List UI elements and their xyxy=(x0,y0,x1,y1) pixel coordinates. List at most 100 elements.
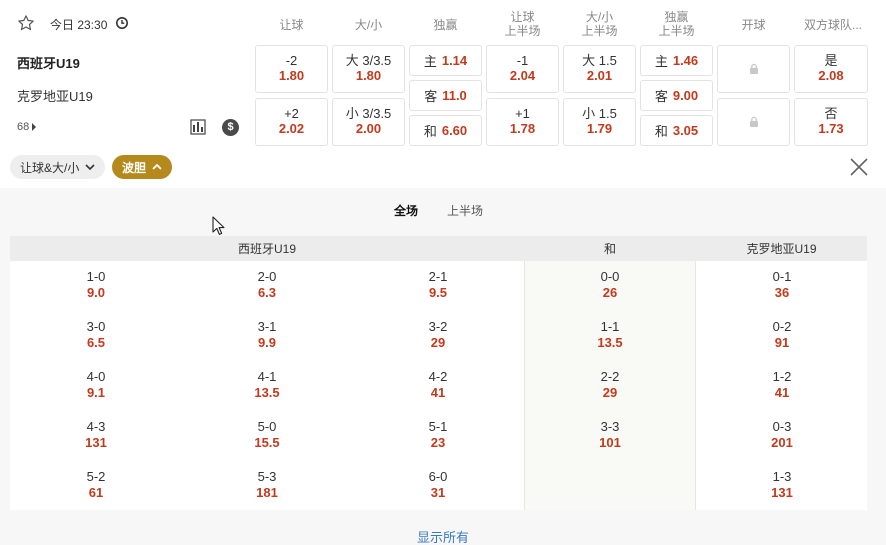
grid-head-draw: 和 xyxy=(524,236,696,261)
score-cell[interactable]: 2-2 29 xyxy=(524,369,696,401)
col-head-kickoff: 开球 xyxy=(741,18,766,32)
lock-icon xyxy=(749,116,758,127)
caret-right-icon xyxy=(32,123,37,132)
score-odd: 101 xyxy=(599,435,621,450)
score-cell[interactable]: 0-2 91 xyxy=(696,319,868,351)
col-head-handicap: 让球 xyxy=(279,18,304,32)
score-label: 0-2 xyxy=(772,319,792,334)
score-cell[interactable]: 1-3 131 xyxy=(696,469,868,501)
odds-cell-win-draw[interactable]: 和 6.60 xyxy=(409,115,482,146)
score-odd: 13.5 xyxy=(597,335,623,350)
score-odd: 6.5 xyxy=(86,335,106,350)
score-label: 0-3 xyxy=(772,419,792,434)
odds-cell-under[interactable]: 小 3/3.5 2.00 xyxy=(332,98,405,146)
mouse-cursor-icon xyxy=(212,216,225,235)
tab-first-half[interactable]: 上半场 xyxy=(447,202,483,219)
odds-cell-win-half-draw[interactable]: 和 3.05 xyxy=(640,115,713,146)
filter-pill-correct-score[interactable]: 波胆 xyxy=(112,155,173,179)
score-odd: 201 xyxy=(771,435,793,450)
score-cell[interactable]: 4-3 131 xyxy=(10,419,182,451)
score-label: 3-1 xyxy=(257,319,277,334)
team-away-name: 克罗地亚U19 xyxy=(17,89,93,104)
score-cell[interactable]: 1-1 13.5 xyxy=(524,319,696,351)
score-label: 4-0 xyxy=(86,369,106,384)
score-cell[interactable]: 1-0 9.0 xyxy=(10,269,182,301)
lock-icon xyxy=(749,63,758,74)
score-odd: 131 xyxy=(771,485,793,500)
odds-cell-under-half[interactable]: 小 1.5 1.79 xyxy=(563,98,636,146)
score-cell[interactable]: 0-3 201 xyxy=(696,419,868,451)
odds-cell-handicap-half-away[interactable]: +1 1.78 xyxy=(486,98,559,146)
score-odd: 6.3 xyxy=(257,285,277,300)
score-odd: 9.5 xyxy=(428,285,448,300)
odds-cell-kickoff-locked-1 xyxy=(717,45,790,93)
score-cell[interactable]: 5-0 15.5 xyxy=(181,419,353,451)
odds-cell-handicap-away[interactable]: +2 2.02 xyxy=(255,98,328,146)
score-label: 2-1 xyxy=(428,269,448,284)
odds-cell-over[interactable]: 大 3/3.5 1.80 xyxy=(332,45,405,93)
tab-full-time[interactable]: 全场 xyxy=(394,202,418,219)
score-cell[interactable]: 3-3 101 xyxy=(524,419,696,451)
score-cell[interactable]: 6-0 31 xyxy=(352,469,524,501)
score-odd: 26 xyxy=(602,285,618,300)
score-cell[interactable]: 3-1 9.9 xyxy=(181,319,353,351)
score-label: 5-2 xyxy=(86,469,106,484)
filter-pill-handicap-ou[interactable]: 让球&大/小 xyxy=(10,155,106,179)
score-cell[interactable]: 3-2 29 xyxy=(352,319,524,351)
score-label: 3-0 xyxy=(86,319,106,334)
score-cell[interactable]: 4-0 9.1 xyxy=(10,369,182,401)
close-icon[interactable] xyxy=(848,156,870,178)
chevron-down-icon xyxy=(85,164,95,171)
chevron-up-icon xyxy=(152,163,162,170)
score-label: 5-3 xyxy=(257,469,277,484)
col-head-over-under: 大/小 xyxy=(354,18,383,32)
cashout-icon[interactable]: $ xyxy=(222,119,239,136)
favorite-star-icon[interactable] xyxy=(17,14,35,32)
score-label: 3-3 xyxy=(600,419,620,434)
score-label: 1-1 xyxy=(600,319,620,334)
odds-cell-over-half[interactable]: 大 1.5 2.01 xyxy=(563,45,636,93)
score-odd: 9.0 xyxy=(86,285,106,300)
match-time: 今日 23:30 xyxy=(50,18,108,32)
score-cell[interactable]: 5-1 23 xyxy=(352,419,524,451)
stats-icon[interactable] xyxy=(190,119,206,135)
score-cell[interactable]: 4-2 41 xyxy=(352,369,524,401)
score-odd: 41 xyxy=(774,385,790,400)
score-odd: 41 xyxy=(430,385,446,400)
score-odd: 31 xyxy=(430,485,446,500)
odds-cell-win-half-home[interactable]: 主 1.46 xyxy=(640,45,713,76)
odds-cell-handicap-half-home[interactable]: -1 2.04 xyxy=(486,45,559,93)
score-cell[interactable]: 0-1 36 xyxy=(696,269,868,301)
score-label: 1-0 xyxy=(86,269,106,284)
score-label: 4-1 xyxy=(257,369,277,384)
score-odd: 61 xyxy=(88,485,104,500)
score-cell[interactable]: 5-3 181 xyxy=(181,469,353,501)
score-cell[interactable]: 4-1 13.5 xyxy=(181,369,353,401)
show-all-link[interactable]: 显示所有 xyxy=(0,527,886,545)
score-label: 1-3 xyxy=(772,469,792,484)
score-cell[interactable]: 5-2 61 xyxy=(10,469,182,501)
odds-cell-win-home[interactable]: 主 1.14 xyxy=(409,45,482,76)
score-odd: 29 xyxy=(602,385,618,400)
odds-cell-both-score-yes[interactable]: 是 2.08 xyxy=(794,45,868,93)
score-cell[interactable]: 0-0 26 xyxy=(524,269,696,301)
correct-score-panel: 全场 上半场 西班牙U19 和 克罗地亚U19 1-0 9.0 3-0 6.5 4-0 9… xyxy=(0,188,886,545)
score-cell[interactable]: 2-0 6.3 xyxy=(181,269,353,301)
grid-head-home: 西班牙U19 xyxy=(10,236,524,261)
score-odd: 91 xyxy=(774,335,790,350)
col-head-win-half: 独赢 上半场 xyxy=(658,10,695,38)
odds-cell-win-away[interactable]: 客 11.0 xyxy=(409,80,482,111)
more-markets-link[interactable]: 68 xyxy=(17,121,37,133)
odds-cell-both-score-no[interactable]: 否 1.73 xyxy=(794,98,868,146)
team-home-name: 西班牙U19 xyxy=(17,56,80,71)
score-cell[interactable]: 3-0 6.5 xyxy=(10,319,182,351)
col-head-win: 独赢 xyxy=(433,18,458,32)
col-head-both-score: 双方球队... xyxy=(803,18,862,32)
odds-cell-kickoff-locked-2 xyxy=(717,98,790,146)
live-clock-icon xyxy=(116,17,128,29)
more-markets-count: 68 xyxy=(17,121,30,133)
odds-cell-handicap-home[interactable]: -2 1.80 xyxy=(255,45,328,93)
score-cell[interactable]: 2-1 9.5 xyxy=(352,269,524,301)
score-cell[interactable]: 1-2 41 xyxy=(696,369,868,401)
odds-cell-win-half-away[interactable]: 客 9.00 xyxy=(640,80,713,111)
